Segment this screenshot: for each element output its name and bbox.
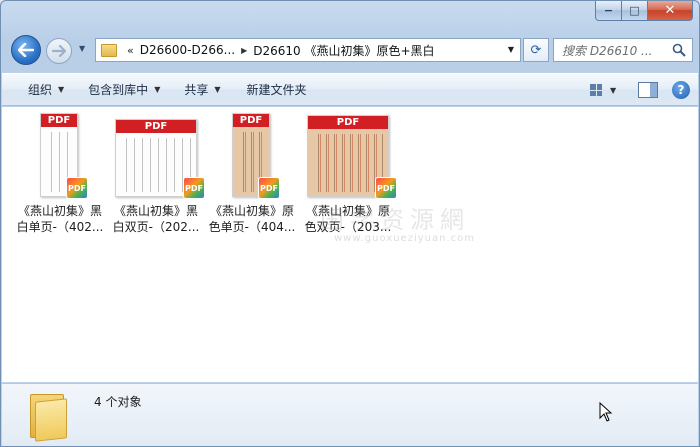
include-in-library-label: 包含到库中 bbox=[88, 83, 149, 97]
minimize-icon: − bbox=[603, 4, 614, 17]
close-button[interactable]: ✕ bbox=[648, 1, 693, 21]
organize-button[interactable]: 组织 ▼ bbox=[18, 78, 74, 102]
organize-label: 组织 bbox=[28, 83, 53, 97]
item-count: 4 个对象 bbox=[94, 395, 142, 409]
file-name-line: 《燕山初集》原 bbox=[209, 204, 294, 218]
address-dropdown-icon[interactable]: ▼ bbox=[508, 45, 514, 54]
new-folder-button[interactable]: 新建文件夹 bbox=[237, 78, 317, 102]
folder-icon bbox=[30, 390, 70, 442]
forward-button[interactable] bbox=[46, 38, 72, 64]
caption-buttons: − □ ✕ bbox=[595, 1, 693, 21]
explorer-window: − □ ✕ ▼ « D26600-D266... ▶ D26610 《燕山初集》… bbox=[0, 0, 700, 447]
share-button[interactable]: 共享 ▼ bbox=[174, 78, 230, 102]
include-in-library-button[interactable]: 包含到库中 ▼ bbox=[78, 78, 170, 102]
recent-pages-dropdown[interactable]: ▼ bbox=[79, 44, 89, 58]
help-button[interactable]: ? bbox=[672, 81, 690, 99]
address-bar[interactable]: « D26600-D266... ▶ D26610 《燕山初集》原色+黑白 ▼ bbox=[95, 38, 521, 62]
file-name-line: 《燕山初集》黑 bbox=[17, 204, 102, 218]
pdf-icon: PDF bbox=[258, 177, 280, 199]
file-name: 《燕山初集》黑 白双页-（202... bbox=[108, 203, 204, 235]
refresh-button[interactable]: ⟳ bbox=[523, 38, 549, 62]
file-thumbnail: PDF PDF bbox=[228, 111, 280, 199]
watermark-url: www.guoxueziyuan.com bbox=[334, 233, 475, 244]
details-pane: 4 个对象 bbox=[2, 383, 698, 446]
share-label: 共享 bbox=[184, 83, 209, 97]
file-thumbnail: PDF PDF bbox=[303, 111, 397, 199]
file-name-line: 白单页-（402... bbox=[16, 220, 104, 234]
file-item[interactable]: PDF PDF 《燕山初集》黑 白单页-（402... bbox=[12, 111, 108, 235]
file-thumbnail: PDF PDF bbox=[36, 111, 88, 199]
minimize-button[interactable]: − bbox=[595, 1, 622, 21]
close-icon: ✕ bbox=[664, 3, 676, 18]
file-item[interactable]: PDF PDF 《燕山初集》原 色单页-（404... bbox=[204, 111, 300, 235]
file-item[interactable]: PDF PDF 《燕山初集》黑 白双页-（202... bbox=[108, 111, 205, 235]
new-folder-label: 新建文件夹 bbox=[246, 83, 307, 97]
search-icon bbox=[672, 43, 686, 57]
address-overflow-chevron[interactable]: « bbox=[127, 44, 134, 57]
file-name: 《燕山初集》原 色单页-（404... bbox=[204, 203, 300, 235]
pdf-label: PDF bbox=[116, 120, 196, 133]
command-bar: 组织 ▼ 包含到库中 ▼ 共享 ▼ 新建文件夹 ▼ ? bbox=[2, 73, 698, 106]
help-icon: ? bbox=[677, 83, 685, 97]
pdf-icon: PDF bbox=[183, 177, 205, 199]
chevron-down-icon: ▼ bbox=[610, 85, 617, 95]
watermark-text: 国学资源網 bbox=[320, 206, 470, 234]
search-input[interactable]: 搜索 D26610 ... bbox=[554, 42, 666, 59]
chevron-down-icon: ▼ bbox=[58, 85, 65, 94]
file-name-line: 《燕山初集》黑 bbox=[113, 204, 198, 218]
file-list[interactable]: PDF PDF 《燕山初集》黑 白单页-（402... PDF PDF 《燕山初… bbox=[2, 107, 698, 382]
file-name-line: 白双页-（202... bbox=[112, 220, 200, 234]
folder-icon bbox=[101, 43, 117, 57]
search-box[interactable]: 搜索 D26610 ... bbox=[553, 38, 693, 62]
file-thumbnail: PDF PDF bbox=[111, 111, 205, 199]
mouse-cursor-icon bbox=[599, 402, 613, 422]
chevron-down-icon: ▼ bbox=[214, 85, 221, 94]
refresh-icon: ⟳ bbox=[530, 42, 542, 58]
back-arrow-icon bbox=[18, 43, 34, 57]
maximize-icon: □ bbox=[629, 4, 640, 17]
navigation-bar: ▼ « D26600-D266... ▶ D26610 《燕山初集》原色+黑白 … bbox=[9, 33, 693, 67]
maximize-button[interactable]: □ bbox=[622, 1, 648, 21]
breadcrumb-parent[interactable]: D26600-D266... bbox=[140, 43, 235, 57]
toolbar-right: ▼ ? bbox=[590, 79, 690, 101]
preview-pane-button[interactable] bbox=[638, 82, 658, 98]
breadcrumb-separator-icon[interactable]: ▶ bbox=[241, 46, 247, 55]
pdf-label: PDF bbox=[308, 116, 388, 129]
view-grid-icon bbox=[590, 84, 602, 96]
change-view-button[interactable]: ▼ bbox=[590, 79, 624, 101]
forward-arrow-icon bbox=[52, 45, 66, 57]
breadcrumb-current[interactable]: D26610 《燕山初集》原色+黑白 bbox=[253, 42, 434, 59]
chevron-down-icon: ▼ bbox=[154, 85, 161, 94]
pdf-icon: PDF bbox=[66, 177, 88, 199]
pdf-icon: PDF bbox=[375, 177, 397, 199]
pdf-label: PDF bbox=[233, 114, 269, 127]
file-name: 《燕山初集》黑 白单页-（402... bbox=[12, 203, 108, 235]
back-button[interactable] bbox=[11, 35, 41, 65]
pdf-label: PDF bbox=[41, 114, 77, 127]
file-name-line: 色单页-（404... bbox=[208, 220, 296, 234]
